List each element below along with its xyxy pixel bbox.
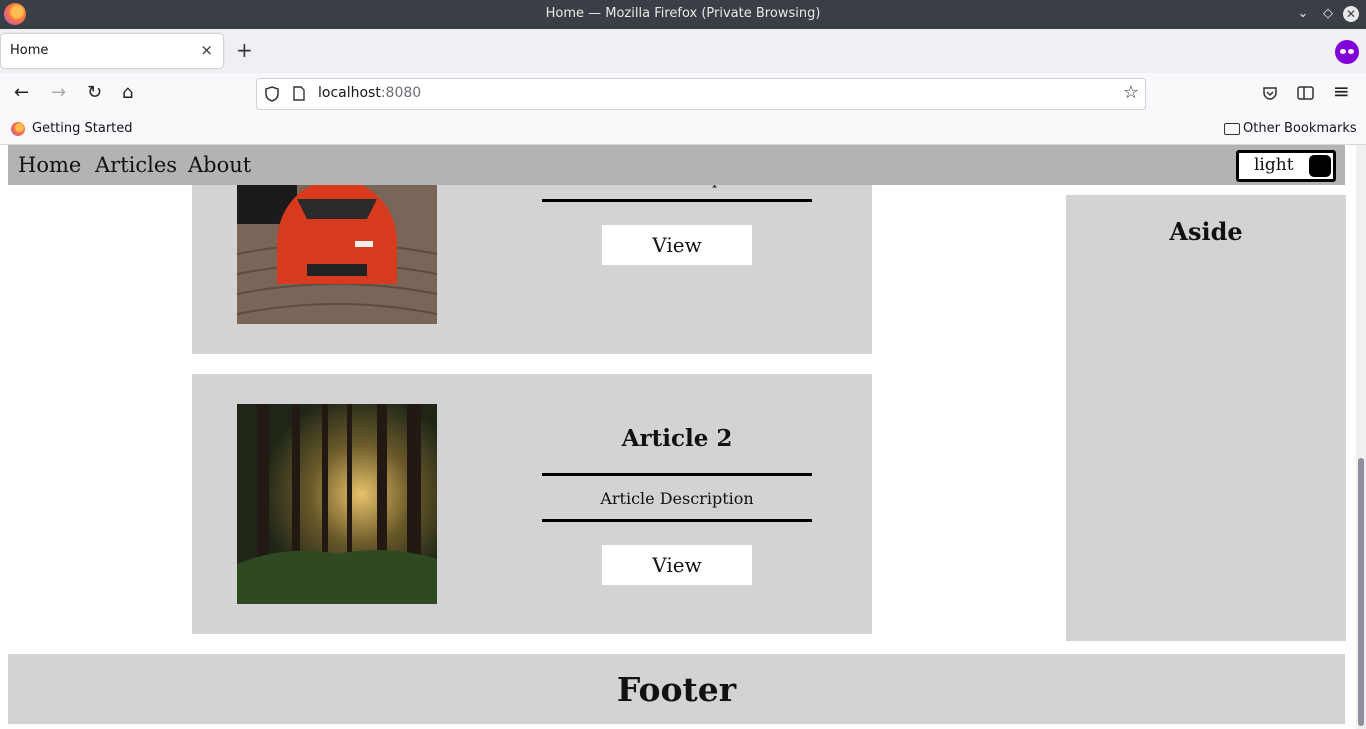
- page-content: Home Articles About light Article Descri…: [0, 145, 1356, 729]
- article-title: Article 2: [621, 425, 733, 452]
- url-text[interactable]: localhost:8080: [318, 85, 421, 101]
- article-description: Article Description: [600, 489, 754, 508]
- sidebar-icon[interactable]: [1297, 86, 1314, 100]
- bookmark-getting-started[interactable]: Getting Started: [32, 121, 133, 136]
- tab-home[interactable]: Home ×: [1, 34, 223, 68]
- article-divider: [542, 199, 812, 202]
- page-icon: [293, 86, 305, 101]
- article-divider: [542, 519, 812, 522]
- firefox-bookmark-icon: [11, 122, 25, 136]
- private-browsing-icon: [1335, 40, 1359, 64]
- tab-strip: Home × +: [0, 29, 1366, 73]
- tab-close-icon[interactable]: ×: [200, 41, 213, 59]
- folder-icon: [1224, 123, 1240, 135]
- forward-icon[interactable]: →: [51, 83, 66, 103]
- window-titlebar: Home — Mozilla Firefox (Private Browsing…: [0, 0, 1366, 29]
- view-button[interactable]: View: [602, 225, 752, 265]
- aside-title: Aside: [1169, 217, 1243, 246]
- maximize-icon[interactable]: ◇: [1320, 6, 1336, 22]
- home-icon[interactable]: ⌂: [122, 83, 133, 103]
- site-navbar: Home Articles About light: [8, 145, 1345, 185]
- nav-link-home[interactable]: Home: [18, 153, 81, 177]
- site-footer: Footer: [8, 654, 1345, 724]
- url-bar[interactable]: localhost:8080 ☆: [256, 78, 1146, 110]
- aside-panel: Aside: [1066, 195, 1346, 641]
- bookmark-other[interactable]: Other Bookmarks: [1243, 121, 1357, 136]
- navigation-toolbar: ← → ↻ ⌂ localhost:8080 ☆ ≡: [0, 73, 1366, 115]
- minimize-icon[interactable]: ⌄: [1295, 6, 1311, 22]
- scrollbar-thumb[interactable]: [1358, 458, 1364, 726]
- close-window-icon[interactable]: ✕: [1343, 6, 1359, 22]
- back-icon[interactable]: ←: [14, 83, 29, 103]
- nav-link-articles[interactable]: Articles: [95, 153, 177, 177]
- theme-toggle[interactable]: light: [1236, 150, 1336, 182]
- theme-label: light: [1254, 155, 1294, 175]
- article-card: Article 2 Article Description View: [192, 374, 872, 634]
- view-button[interactable]: View: [602, 545, 752, 585]
- window-title: Home — Mozilla Firefox (Private Browsing…: [545, 6, 821, 21]
- nav-link-about[interactable]: About: [188, 153, 251, 177]
- shield-icon[interactable]: [265, 86, 279, 102]
- page-scrollbar[interactable]: [1356, 145, 1366, 729]
- footer-title: Footer: [616, 670, 737, 709]
- article-image-forest: [237, 404, 437, 604]
- new-tab-icon[interactable]: +: [236, 39, 253, 61]
- bookmarks-toolbar: Getting Started Other Bookmarks: [0, 115, 1366, 145]
- reload-icon[interactable]: ↻: [87, 83, 102, 103]
- theme-toggle-knob[interactable]: [1309, 155, 1331, 177]
- bookmark-star-icon[interactable]: ☆: [1123, 82, 1139, 103]
- tab-title: Home: [10, 43, 49, 58]
- article-divider: [542, 473, 812, 476]
- pocket-icon[interactable]: [1262, 85, 1278, 101]
- menu-icon[interactable]: ≡: [1333, 81, 1350, 101]
